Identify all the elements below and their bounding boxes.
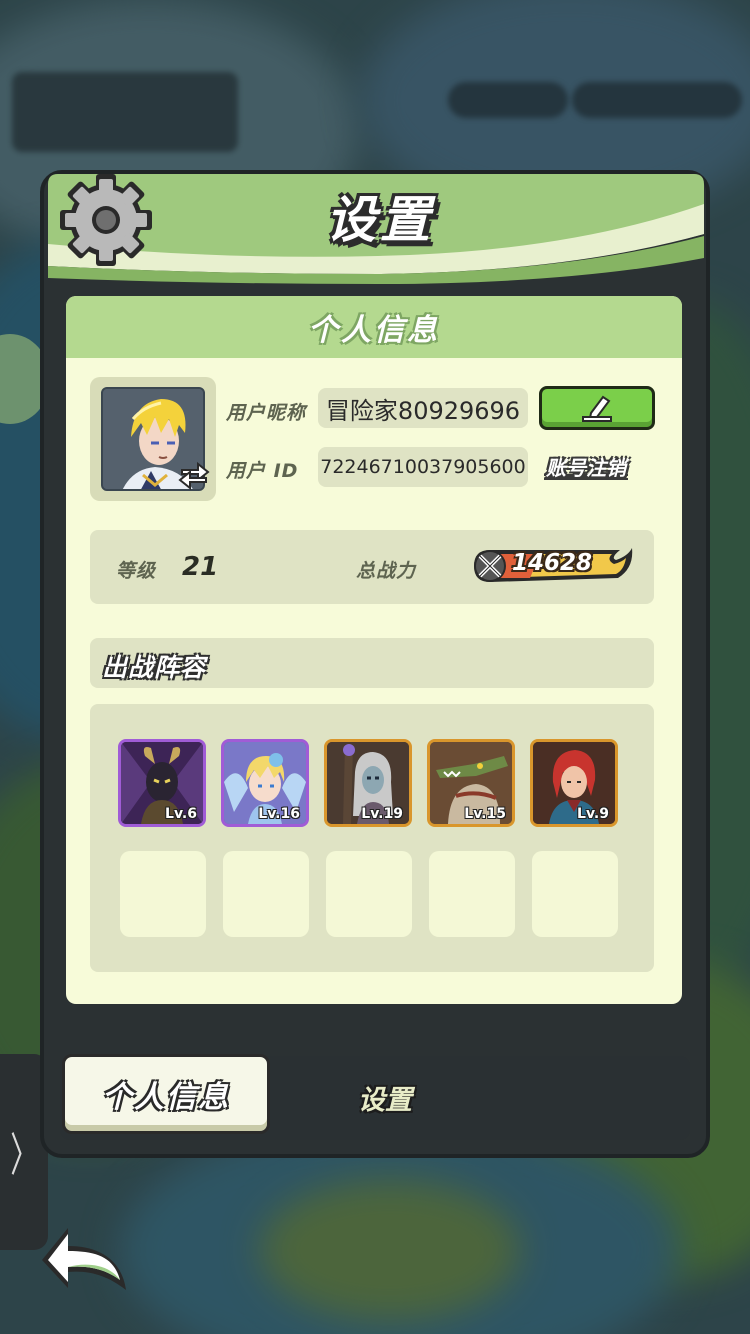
hero-level: Lv.6 [165, 806, 197, 822]
crossed-swords-icon [474, 550, 506, 582]
nickname-label: 用户昵称 [226, 402, 307, 424]
hero-slot-2[interactable]: Lv.16 [221, 739, 309, 827]
hero-slot-1[interactable]: Lv.6 [118, 739, 206, 827]
level-value: 21 [182, 552, 219, 582]
hero-slot-4[interactable]: Lv.15 [427, 739, 515, 827]
user-id-label: 用户 ID [226, 460, 299, 482]
level-label: 等级 [116, 560, 157, 582]
swap-icon[interactable] [178, 460, 210, 490]
tab-label: 设置 [358, 1084, 412, 1116]
empty-hero-slot[interactable] [326, 851, 412, 937]
edit-nickname-button[interactable] [539, 386, 655, 430]
nickname-field: 冒险家80929696 [318, 388, 528, 428]
section-title: 个人信息 [308, 313, 440, 348]
tab-profile[interactable]: 个人信息 [62, 1054, 270, 1134]
hero-level: Lv.16 [258, 806, 300, 822]
hero-level: Lv.9 [577, 806, 609, 822]
empty-hero-slot[interactable] [223, 851, 309, 937]
chevron-right-icon: 〉 [10, 1128, 38, 1182]
edit-pencil-icon [582, 395, 612, 422]
tab-label: 个人信息 [102, 1080, 230, 1115]
empty-hero-slot[interactable] [532, 851, 618, 937]
back-arrow-icon[interactable] [38, 1222, 134, 1294]
power-value: 14628 [512, 550, 593, 576]
tab-settings[interactable]: 设置 [330, 1072, 440, 1122]
power-label: 总战力 [356, 560, 417, 582]
empty-hero-slot[interactable] [120, 851, 206, 937]
dialog-title: 设置 [326, 191, 434, 249]
gear-icon [60, 174, 152, 266]
hero-level: Lv.19 [361, 806, 403, 822]
empty-hero-slot[interactable] [429, 851, 515, 937]
hero-slot-3[interactable]: Lv.19 [324, 739, 412, 827]
lineup-title: 出战阵容 [102, 653, 207, 682]
cancel-account-link[interactable]: 账号注销 [546, 452, 626, 481]
hero-level: Lv.15 [464, 806, 506, 822]
section-header: 个人信息 [66, 296, 682, 358]
user-id-field: 72246710037905600 [318, 447, 528, 487]
hero-slot-5[interactable]: Lv.9 [530, 739, 618, 827]
